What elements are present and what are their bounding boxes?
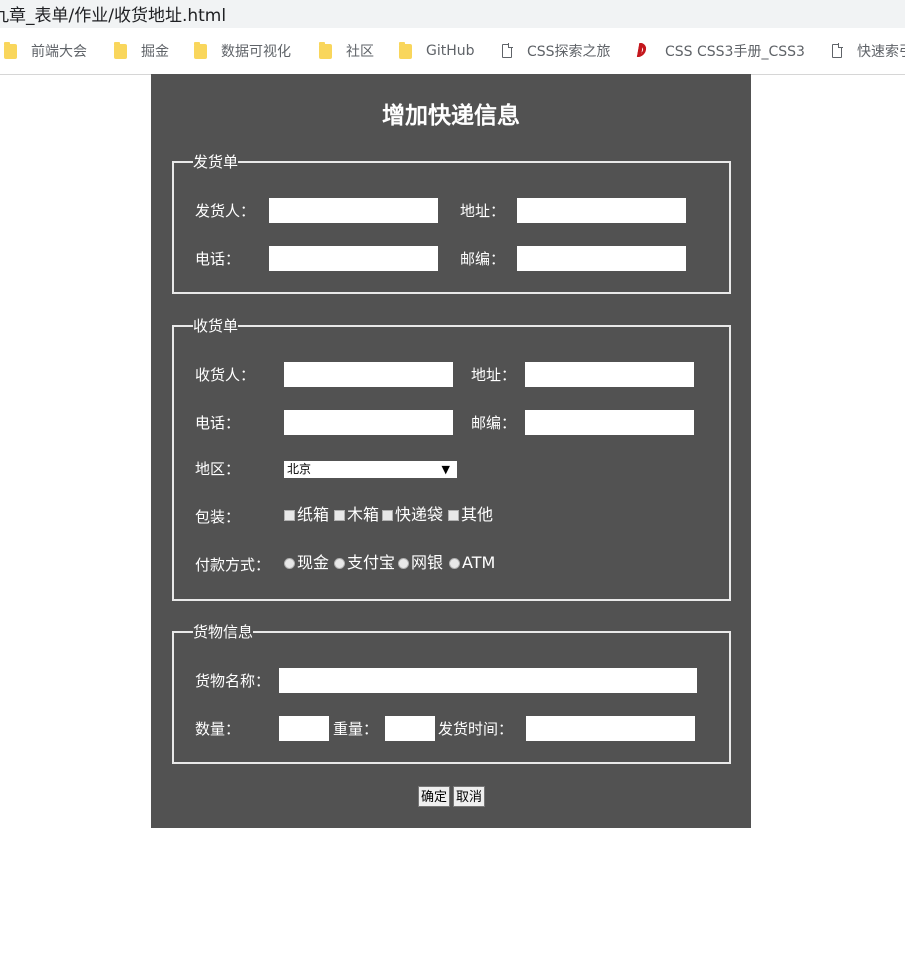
payment-option-label: ATM — [462, 553, 496, 572]
packaging-option[interactable]: 纸箱 — [284, 505, 329, 525]
payment-option-label: 网银 — [411, 553, 444, 572]
address-bar[interactable]: 九章_表单/作业/收货地址.html — [0, 0, 905, 28]
payment-label: 付款方式： — [195, 556, 271, 574]
sender-name-input[interactable] — [269, 198, 438, 223]
bookmark-item[interactable]: 快速索引 — [832, 28, 905, 74]
checkbox-icon[interactable] — [334, 509, 345, 521]
sender-name-label: 发货人： — [195, 202, 256, 220]
goods-fieldset: 货物信息 货物名称： 数量： 重量： 发货时间： — [172, 622, 731, 764]
folder-icon — [399, 41, 412, 59]
receiver-address-label: 地址： — [471, 366, 517, 384]
checkbox-icon[interactable] — [382, 509, 393, 521]
payment-option[interactable]: 支付宝 — [334, 553, 395, 573]
quantity-label: 数量： — [195, 720, 241, 738]
receiver-phone-label: 电话： — [195, 414, 241, 432]
radio-icon[interactable] — [334, 557, 345, 569]
bookmark-label: 快速索引 — [857, 44, 905, 60]
region-selected-value: 北京 — [287, 462, 312, 476]
receiver-legend: 收货单 — [193, 316, 239, 336]
goods-legend: 货物信息 — [193, 622, 254, 642]
receiver-address-input[interactable] — [525, 362, 694, 387]
bookmark-label: 前端大会 — [31, 44, 87, 60]
sender-legend: 发货单 — [193, 152, 239, 172]
cancel-button[interactable]: 取消 — [453, 786, 485, 807]
dropdown-arrow-icon: ▼ — [441, 463, 450, 476]
packaging-label: 包装： — [195, 508, 241, 526]
express-form-panel: 增加快递信息 发货单 发货人： 地址： 电话： 邮编： 收货单 收货人： 地址：… — [151, 74, 751, 828]
checkbox-icon[interactable] — [448, 509, 459, 521]
payment-option[interactable]: 现金 — [284, 553, 329, 573]
address-text: 九章_表单/作业/收货地址.html — [0, 6, 227, 26]
receiver-phone-input[interactable] — [284, 410, 453, 435]
bookmark-item[interactable]: CSS探索之旅 — [502, 28, 611, 74]
sender-phone-input[interactable] — [269, 246, 438, 271]
bookmark-item[interactable]: 社区 — [319, 28, 374, 74]
confirm-button[interactable]: 确定 — [418, 786, 450, 807]
sender-fieldset: 发货单 发货人： 地址： 电话： 邮编： — [172, 152, 731, 294]
page-icon — [832, 43, 843, 58]
region-label: 地区： — [195, 460, 241, 478]
sender-address-input[interactable] — [517, 198, 686, 223]
radio-icon[interactable] — [398, 557, 409, 569]
payment-option-label: 现金 — [297, 553, 330, 572]
bookmarks-bar: 前端大会 掘金 数据可视化 社区 GitHub CSS探索之旅 CSS CSS3… — [0, 28, 905, 75]
bookmark-item[interactable]: CSS CSS3手册_CSS3 — [637, 28, 805, 74]
bookmark-label: CSS CSS3手册_CSS3 — [665, 44, 805, 60]
sender-zip-label: 邮编： — [460, 250, 506, 268]
d-logo-icon — [637, 43, 651, 59]
radio-icon[interactable] — [449, 557, 460, 569]
bookmark-label: 社区 — [346, 44, 374, 60]
sender-phone-label: 电话： — [195, 250, 241, 268]
receiver-name-input[interactable] — [284, 362, 453, 387]
weight-label: 重量： — [333, 720, 379, 738]
payment-option-label: 支付宝 — [347, 553, 396, 572]
sender-zip-input[interactable] — [517, 246, 686, 271]
bookmark-item[interactable]: 数据可视化 — [194, 28, 291, 74]
quantity-input[interactable] — [279, 716, 329, 741]
ship-time-label: 发货时间： — [438, 720, 514, 738]
bookmark-label: CSS探索之旅 — [527, 44, 611, 60]
receiver-zip-input[interactable] — [525, 410, 694, 435]
region-select[interactable]: 北京 ▼ — [284, 461, 457, 478]
ship-time-input[interactable] — [526, 716, 695, 741]
bookmark-item[interactable]: GitHub — [399, 28, 475, 74]
folder-icon — [114, 41, 127, 59]
bookmark-item[interactable]: 掘金 — [114, 28, 169, 74]
packaging-option[interactable]: 快递袋 — [382, 505, 443, 525]
folder-icon — [319, 41, 332, 59]
folder-icon — [4, 41, 17, 59]
receiver-zip-label: 邮编： — [471, 414, 517, 432]
payment-option[interactable]: 网银 — [398, 553, 443, 573]
weight-input[interactable] — [385, 716, 435, 741]
radio-icon[interactable] — [284, 557, 295, 569]
sender-address-label: 地址： — [460, 202, 506, 220]
goods-name-label: 货物名称： — [195, 672, 271, 690]
folder-icon — [194, 41, 207, 59]
packaging-option-label: 木箱 — [347, 505, 380, 524]
packaging-option[interactable]: 其他 — [448, 505, 493, 525]
bookmark-label: 掘金 — [141, 44, 169, 60]
checkbox-icon[interactable] — [284, 509, 295, 521]
bookmark-item[interactable]: 前端大会 — [4, 28, 87, 74]
packaging-option-label: 其他 — [461, 505, 494, 524]
form-title: 增加快递信息 — [382, 103, 520, 129]
page-icon — [502, 43, 513, 58]
bookmark-label: GitHub — [426, 43, 475, 59]
goods-name-input[interactable] — [279, 668, 697, 693]
bookmark-label: 数据可视化 — [221, 44, 291, 60]
packaging-option-label: 纸箱 — [297, 505, 330, 524]
packaging-option[interactable]: 木箱 — [334, 505, 379, 525]
payment-option[interactable]: ATM — [449, 553, 495, 573]
receiver-fieldset: 收货单 收货人： 地址： 电话： 邮编： 地区： 北京 ▼ 包装： 纸箱 木箱 … — [172, 316, 731, 601]
packaging-option-label: 快递袋 — [395, 505, 444, 524]
receiver-name-label: 收货人： — [195, 366, 256, 384]
